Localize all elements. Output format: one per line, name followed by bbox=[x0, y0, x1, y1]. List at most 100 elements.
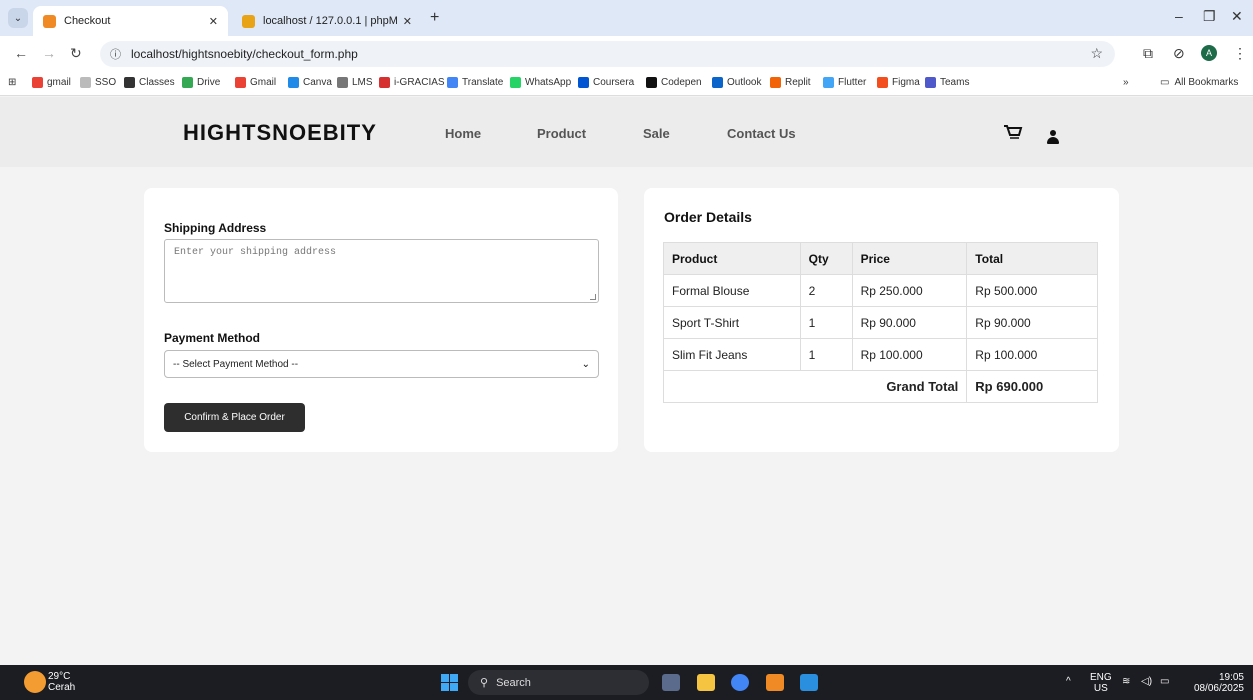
shipping-address-label: Shipping Address bbox=[164, 221, 267, 235]
cell-price: Rp 100.000 bbox=[851, 338, 968, 371]
taskbar: 29°C Cerah ⚲ Search ^ ENG US ≋ ◁) ▭ 19:05… bbox=[0, 665, 1253, 700]
nav-product[interactable]: Product bbox=[537, 126, 586, 141]
bookmark-sso[interactable]: SSO bbox=[80, 77, 116, 88]
bookmark-star-icon[interactable]: ☆ bbox=[1090, 45, 1103, 62]
cell-total: Rp 100.000 bbox=[966, 338, 1098, 371]
cart-icon[interactable] bbox=[1003, 124, 1023, 147]
tab-search-button[interactable]: ⌄ bbox=[8, 8, 28, 28]
wifi-icon[interactable]: ≋ bbox=[1122, 676, 1130, 687]
cell-total: Rp 90.000 bbox=[966, 306, 1098, 339]
profile-avatar[interactable]: A bbox=[1201, 45, 1217, 61]
bookmark-outlook[interactable]: Outlook bbox=[712, 77, 761, 88]
bookmark-canva[interactable]: Canva bbox=[288, 77, 332, 88]
bookmark-coursera[interactable]: Coursera bbox=[578, 77, 634, 88]
language-indicator[interactable]: ENG US bbox=[1090, 672, 1112, 694]
bookmark-codepen[interactable]: Codepen bbox=[646, 77, 702, 88]
weather-condition: Cerah bbox=[48, 682, 76, 693]
volume-icon[interactable]: ◁) bbox=[1141, 676, 1152, 687]
cell-qty: 1 bbox=[799, 338, 853, 371]
phpmyadmin-favicon-icon bbox=[242, 14, 255, 28]
close-tab-icon[interactable]: ✕ bbox=[403, 15, 412, 28]
payment-method-value: -- Select Payment Method -- bbox=[173, 358, 299, 370]
start-windows-icon[interactable] bbox=[441, 674, 458, 691]
resize-handle-icon[interactable] bbox=[590, 294, 596, 300]
tab-title: localhost / 127.0.0.1 | phpMyAd bbox=[263, 15, 397, 27]
payment-method-label: Payment Method bbox=[164, 331, 261, 345]
user-icon[interactable] bbox=[1046, 130, 1060, 146]
bookmark-igracias[interactable]: i-GRACIAS bbox=[379, 77, 445, 88]
xampp-icon[interactable] bbox=[766, 674, 784, 691]
chevron-down-icon: ⌄ bbox=[581, 358, 590, 370]
file-explorer-icon[interactable] bbox=[697, 674, 715, 691]
forward-icon[interactable]: → bbox=[42, 45, 56, 61]
grand-total-label: Grand Total bbox=[662, 370, 968, 403]
site-logo[interactable]: HIGHTSNOEBITY bbox=[183, 120, 377, 146]
bookmark-teams[interactable]: Teams bbox=[925, 77, 969, 88]
cell-product: Formal Blouse bbox=[663, 274, 801, 307]
weather-widget[interactable]: 29°C Cerah bbox=[48, 671, 75, 693]
bookmark-translate[interactable]: Translate bbox=[447, 77, 503, 88]
restore-icon[interactable]: ❐ bbox=[1203, 8, 1216, 25]
bookmark-lms[interactable]: LMS bbox=[337, 77, 373, 88]
clock[interactable]: 19:05 08/06/2025 bbox=[1188, 672, 1244, 694]
url-text: localhost/hightsnoebity/checkout_form.ph… bbox=[131, 47, 358, 61]
xampp-favicon-icon bbox=[43, 14, 56, 28]
tab-checkout[interactable]: Checkout ✕ bbox=[33, 6, 228, 36]
table-row: Formal Blouse 2 Rp 250.000 Rp 500.000 bbox=[663, 274, 1098, 307]
cell-qty: 1 bbox=[799, 306, 853, 339]
confirm-place-order-button[interactable]: Confirm & Place Order bbox=[164, 403, 305, 432]
bookmark-whatsapp[interactable]: WhatsApp bbox=[510, 77, 571, 88]
bookmarks-bar: ⊞ gmail SSO Classes Drive Gmail Canva LM… bbox=[0, 72, 1253, 96]
weather-icon[interactable] bbox=[24, 671, 46, 693]
tray-chevron-up-icon[interactable]: ^ bbox=[1066, 676, 1071, 687]
menu-kebab-icon[interactable]: ⋮ bbox=[1233, 45, 1247, 62]
minimize-icon[interactable]: – bbox=[1175, 8, 1183, 24]
site-header: HIGHTSNOEBITY Home Product Sale Contact … bbox=[0, 97, 1253, 167]
new-tab-icon[interactable]: + bbox=[430, 9, 439, 27]
page: HIGHTSNOEBITY Home Product Sale Contact … bbox=[0, 97, 1253, 665]
battery-icon[interactable]: ▭ bbox=[1160, 676, 1169, 687]
task-view-icon[interactable] bbox=[662, 674, 680, 691]
vscode-icon[interactable] bbox=[800, 674, 818, 691]
bookmark-drive[interactable]: Drive bbox=[182, 77, 220, 88]
extensions-icon[interactable]: ⧉ bbox=[1143, 45, 1153, 62]
bookmark-gmail-2[interactable]: Gmail bbox=[235, 77, 276, 88]
bookmark-flutter[interactable]: Flutter bbox=[823, 77, 866, 88]
all-bookmarks[interactable]: ▭ All Bookmarks bbox=[1160, 77, 1238, 88]
tab-title: Checkout bbox=[64, 15, 111, 27]
bookmarks-overflow-icon[interactable]: » bbox=[1123, 77, 1129, 88]
folder-icon: ▭ bbox=[1160, 77, 1170, 88]
performance-icon[interactable]: ⊘ bbox=[1173, 45, 1185, 62]
close-tab-icon[interactable]: ✕ bbox=[209, 15, 218, 28]
cell-price: Rp 90.000 bbox=[851, 306, 968, 339]
chrome-icon[interactable] bbox=[731, 674, 749, 691]
search-icon: ⚲ bbox=[480, 677, 489, 689]
bookmark-gmail[interactable]: gmail bbox=[32, 77, 71, 88]
nav-sale[interactable]: Sale bbox=[643, 126, 670, 141]
close-window-icon[interactable]: ✕ bbox=[1231, 8, 1243, 25]
col-product: Product bbox=[663, 242, 801, 275]
payment-method-select[interactable]: -- Select Payment Method -- ⌄ bbox=[164, 350, 599, 378]
reload-icon[interactable]: ↻ bbox=[70, 45, 82, 62]
apps-grid-icon[interactable]: ⊞ bbox=[8, 77, 16, 88]
cell-product: Slim Fit Jeans bbox=[663, 338, 801, 371]
nav-contact-us[interactable]: Contact Us bbox=[727, 126, 796, 141]
bookmark-classes[interactable]: Classes bbox=[124, 77, 175, 88]
table-row: Slim Fit Jeans 1 Rp 100.000 Rp 100.000 bbox=[663, 338, 1098, 371]
bookmark-figma[interactable]: Figma bbox=[877, 77, 920, 88]
order-details-title: Order Details bbox=[664, 209, 752, 225]
site-info-icon[interactable]: ⓘ bbox=[110, 46, 121, 62]
nav-home[interactable]: Home bbox=[445, 126, 481, 141]
shipping-address-input[interactable]: Enter your shipping address bbox=[164, 239, 599, 303]
back-icon[interactable]: ← bbox=[14, 45, 28, 61]
grand-total-value: Rp 690.000 bbox=[966, 370, 1098, 403]
col-price: Price bbox=[851, 242, 968, 275]
bookmark-replit[interactable]: Replit bbox=[770, 77, 811, 88]
url-input[interactable]: ⓘ localhost/hightsnoebity/checkout_form.… bbox=[100, 41, 1115, 67]
table-header-row: Product Qty Price Total bbox=[663, 242, 1098, 275]
tab-phpmyadmin[interactable]: localhost / 127.0.0.1 | phpMyAd ✕ bbox=[232, 6, 422, 36]
taskbar-search[interactable]: ⚲ Search bbox=[468, 670, 649, 695]
shipping-address-placeholder: Enter your shipping address bbox=[174, 247, 337, 258]
checkout-form-card: Shipping Address Enter your shipping add… bbox=[144, 188, 618, 452]
col-qty: Qty bbox=[799, 242, 853, 275]
